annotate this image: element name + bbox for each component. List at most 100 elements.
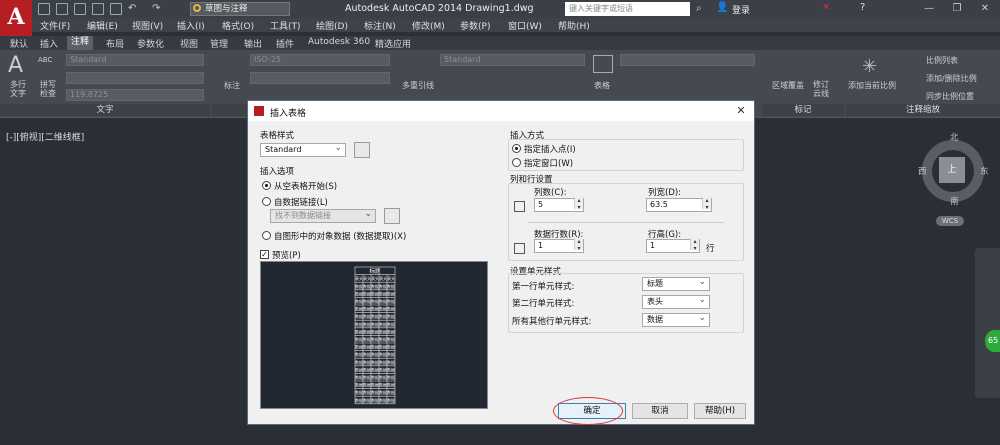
wcs-menu[interactable]: WCS — [936, 216, 964, 226]
undo-icon[interactable]: ↶ — [128, 3, 140, 15]
markup-panel-footer[interactable]: 标记 — [762, 104, 844, 116]
tab-view[interactable]: 视图 — [180, 37, 198, 50]
text-height-field[interactable]: 119.8725 — [66, 89, 204, 101]
tab-plugins[interactable]: 插件 — [276, 37, 294, 50]
exchange-icon[interactable]: ✕ — [822, 2, 830, 13]
spell-check-icon[interactable]: ABC — [38, 56, 52, 64]
multiline-text-icon[interactable]: A — [8, 55, 30, 77]
second-row-style-dropdown[interactable]: 表头 — [642, 294, 710, 309]
tab-manage[interactable]: 管理 — [210, 37, 228, 50]
data-rows-stepper[interactable]: 1 — [534, 238, 584, 253]
start-empty-label[interactable]: 从空表格开始(S) — [274, 180, 337, 192]
text-layer-dropdown[interactable] — [66, 72, 204, 84]
minimize-button[interactable]: — — [915, 1, 943, 17]
multileader-button[interactable]: 多重引线 — [402, 80, 434, 91]
status-badge[interactable]: 65 — [985, 330, 1000, 352]
tab-layout[interactable]: 布局 — [106, 37, 124, 50]
search-icon[interactable]: ⌕ — [696, 3, 702, 14]
text-panel-footer[interactable]: 文字 — [0, 104, 210, 116]
text-style-dropdown[interactable]: Standard — [66, 54, 204, 66]
menu-window[interactable]: 窗口(W) — [508, 19, 542, 32]
cancel-button[interactable]: 取消 — [632, 403, 688, 419]
viewcube-top-face[interactable]: 上 — [939, 157, 965, 183]
dimension-style-dropdown[interactable]: ISO-25 — [250, 54, 390, 66]
navigation-bar[interactable] — [975, 248, 1000, 398]
viewport-controls[interactable]: [-][俯视][二维线框] — [6, 130, 84, 143]
spell-check-label[interactable]: 拼写 检查 — [40, 80, 56, 98]
close-button[interactable]: ✕ — [971, 1, 999, 17]
compass-south: 南 — [950, 197, 959, 207]
save-as-icon[interactable] — [92, 3, 104, 15]
annotation-scaling-footer[interactable]: 注释缩放 — [846, 104, 1000, 116]
preview-label[interactable]: 预览(P) — [272, 249, 301, 261]
scale-list-button[interactable]: 比例列表 — [926, 55, 958, 66]
menu-format[interactable]: 格式(O) — [222, 19, 254, 32]
menu-modify[interactable]: 修改(M) — [412, 19, 445, 32]
menu-edit[interactable]: 编辑(E) — [87, 19, 118, 32]
multiline-text-label[interactable]: 多行 文字 — [10, 80, 26, 98]
revcloud-button[interactable]: 修订 云线 — [813, 80, 829, 98]
data-extraction-label[interactable]: 自图形中的对象数据 (数据提取)(X) — [274, 230, 406, 242]
menu-draw[interactable]: 绘图(D) — [316, 19, 348, 32]
table-button[interactable]: 表格 — [594, 80, 610, 91]
data-link-label[interactable]: 自数据链接(L) — [274, 196, 328, 208]
add-current-scale-button[interactable]: 添加当前比例 — [848, 80, 896, 91]
close-icon[interactable]: ✕ — [734, 104, 748, 118]
menu-view[interactable]: 视图(V) — [132, 19, 163, 32]
tab-featured-apps[interactable]: 精选应用 — [375, 37, 411, 50]
menu-help[interactable]: 帮助(H) — [558, 19, 590, 32]
redo-icon[interactable]: ↷ — [152, 3, 164, 15]
wipeout-button[interactable]: 区域覆盖 — [772, 80, 804, 91]
column-width-stepper[interactable]: 63.5 — [646, 197, 712, 212]
tab-annotate[interactable]: 注释 — [67, 36, 94, 50]
multileader-style-dropdown[interactable]: Standard — [440, 54, 585, 66]
columns-stepper[interactable]: 5 — [534, 197, 584, 212]
tab-insert[interactable]: 插入 — [40, 37, 58, 50]
preview-checkbox[interactable]: ✓ — [260, 250, 269, 259]
help-icon[interactable]: ? — [860, 2, 865, 13]
workspace-dropdown[interactable]: 草图与注释 — [190, 2, 290, 16]
dialog-title-bar[interactable]: 插入表格 ✕ — [248, 101, 754, 121]
table-style-dialog-icon[interactable] — [354, 142, 370, 158]
window-radio[interactable] — [512, 158, 521, 167]
data-link-dropdown[interactable]: 找不到数据链接 — [270, 208, 376, 223]
insertion-point-radio[interactable] — [512, 144, 521, 153]
maximize-button[interactable]: ❐ — [943, 1, 971, 17]
row-height-stepper[interactable]: 1 — [646, 238, 700, 253]
sync-scale-positions-button[interactable]: 同步比例位置 — [926, 91, 974, 102]
tab-output[interactable]: 输出 — [244, 37, 262, 50]
menu-file[interactable]: 文件(F) — [40, 19, 70, 32]
data-link-manager-icon[interactable] — [384, 208, 400, 224]
start-empty-radio[interactable] — [262, 181, 271, 190]
first-row-style-dropdown[interactable]: 标题 — [642, 276, 710, 291]
sign-in-button[interactable]: 登录 — [732, 3, 750, 16]
insertion-point-label[interactable]: 指定插入点(I) — [524, 143, 576, 155]
table-icon[interactable] — [593, 55, 613, 73]
dimension-tools-row[interactable] — [250, 72, 390, 84]
add-scale-icon[interactable]: ✳ — [862, 56, 877, 77]
table-style-dropdown[interactable] — [620, 54, 755, 66]
print-icon[interactable] — [110, 3, 122, 15]
window-label[interactable]: 指定窗口(W) — [524, 157, 573, 169]
dimension-button[interactable]: 标注 — [224, 80, 240, 91]
add-delete-scales-button[interactable]: 添加/删除比例 — [926, 73, 977, 84]
preview-data-cell: 数据 — [379, 366, 387, 372]
open-file-icon[interactable] — [56, 3, 68, 15]
menu-dimension[interactable]: 标注(N) — [364, 19, 396, 32]
tab-autodesk-360[interactable]: Autodesk 360 — [308, 37, 370, 47]
app-logo[interactable]: A — [0, 0, 32, 36]
help-button[interactable]: 帮助(H) — [694, 403, 746, 419]
other-rows-style-dropdown[interactable]: 数据 — [642, 312, 710, 327]
save-icon[interactable] — [74, 3, 86, 15]
new-file-icon[interactable] — [38, 3, 50, 15]
search-input[interactable]: 键入关键字或短语 — [565, 2, 690, 16]
menu-insert[interactable]: 插入(I) — [177, 19, 205, 32]
tab-default[interactable]: 默认 — [10, 37, 28, 50]
preview-data-cell: 数据 — [355, 298, 363, 304]
data-link-radio[interactable] — [262, 197, 271, 206]
data-extraction-radio[interactable] — [262, 231, 271, 240]
table-style-dropdown[interactable]: Standard — [260, 142, 346, 157]
menu-tools[interactable]: 工具(T) — [270, 19, 301, 32]
menu-parametric[interactable]: 参数(P) — [460, 19, 490, 32]
tab-parametric[interactable]: 参数化 — [137, 37, 164, 50]
